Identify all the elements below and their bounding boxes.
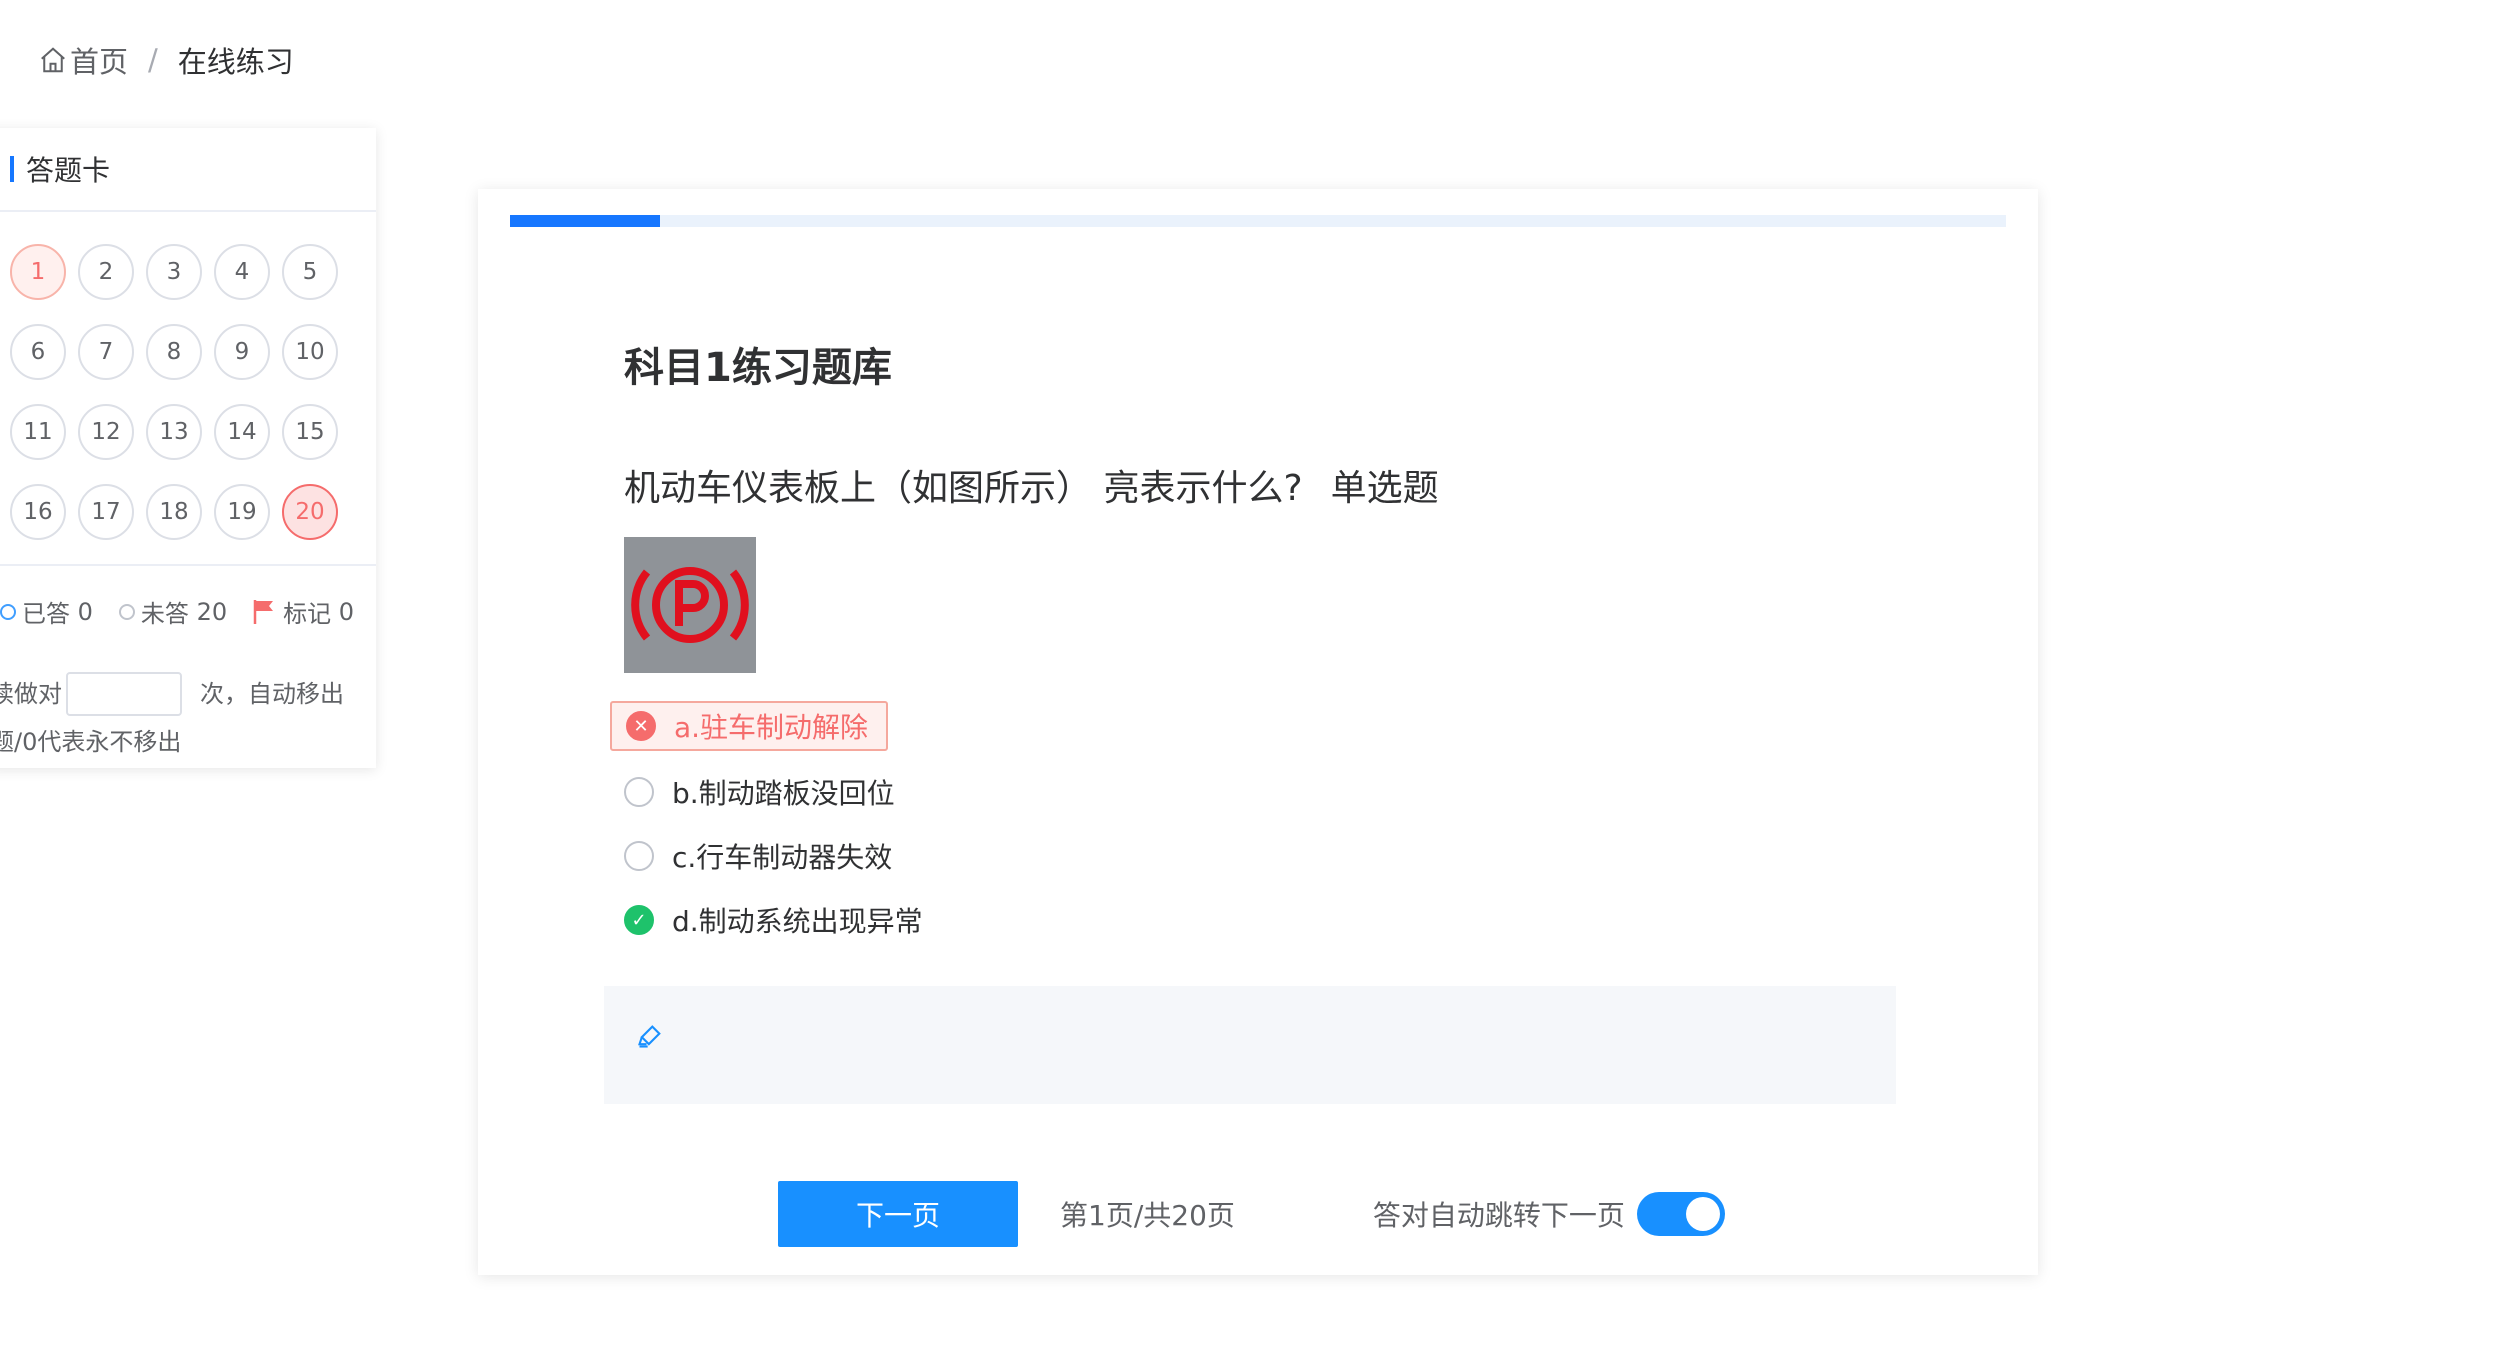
divider	[0, 564, 376, 566]
question-text: 机动车仪表板上（如图所示） 亮表示什么?	[624, 468, 1303, 509]
question-bank-title: 科目1练习题库	[624, 345, 892, 391]
breadcrumb-current: 在线练习	[177, 45, 294, 79]
question-number-14[interactable]: 14	[214, 404, 270, 460]
question-number-18[interactable]: 18	[146, 484, 202, 540]
auto-next-toggle[interactable]	[1636, 1192, 1725, 1236]
legend-unanswered: 未答 20	[118, 594, 228, 629]
progress-fill	[510, 215, 660, 227]
highlighter-icon	[638, 1025, 661, 1048]
answered-dot-icon	[0, 603, 16, 620]
question-number-8[interactable]: 8	[146, 324, 202, 380]
question-number-16[interactable]: 16	[10, 484, 66, 540]
question-footer: 下一页 第1页/共20页 答对自动跳转下一页	[778, 1181, 1878, 1247]
question-number-1[interactable]: 1	[10, 244, 66, 300]
flag-icon	[253, 599, 274, 624]
question-type: 单选题	[1330, 468, 1439, 509]
option-label: d.制动系统出现异常	[672, 905, 923, 938]
question-number-12[interactable]: 12	[78, 404, 134, 460]
home-icon	[41, 47, 65, 73]
option-label: c.行车制动器失效	[672, 841, 893, 874]
header-accent-bar	[10, 156, 14, 182]
answer-options: ✕ a.驻车制动解除 b.制动踏板没回位 c.行车制动器失效 ✓ d.制动系统出现异常	[610, 701, 941, 961]
option-label: b.制动踏板没回位	[672, 777, 895, 810]
answer-card-header: 答题卡	[0, 128, 376, 212]
wrong-x-icon: ✕	[626, 711, 656, 741]
question-number-15[interactable]: 15	[282, 404, 338, 460]
auto-remove-setting: 续做对 次，自动移出 题/0代表永不移出	[0, 670, 376, 766]
question-number-11[interactable]: 11	[10, 404, 66, 460]
question-number-4[interactable]: 4	[214, 244, 270, 300]
question-number-19[interactable]: 19	[214, 484, 270, 540]
legend-answered-count: 0	[77, 597, 93, 626]
question-number-7[interactable]: 7	[78, 324, 134, 380]
page-info: 第1页/共20页	[1060, 1199, 1235, 1232]
question-number-6[interactable]: 6	[10, 324, 66, 380]
radio-icon	[624, 777, 654, 807]
question-image	[624, 537, 756, 673]
answer-legend: 已答 0 未答 20 标记 0	[0, 594, 380, 629]
explanation-area	[604, 986, 1896, 1104]
question-number-grid: 1 2 3 4 5 6 7 8 9 10 11 12 13 14 15 16 17 18 19 20	[10, 244, 338, 540]
question-card: 科目1练习题库 机动车仪表板上（如图所示） 亮表示什么? 单选题 ✕ a.驻车制动…	[478, 189, 2038, 1275]
question-number-17[interactable]: 17	[78, 484, 134, 540]
auto-remove-prefix: 续做对	[0, 680, 62, 708]
auto-remove-count-input[interactable]	[66, 672, 182, 716]
question-number-10[interactable]: 10	[282, 324, 338, 380]
legend-marked-count: 0	[338, 597, 355, 626]
legend-marked-label: 标记	[283, 600, 332, 628]
answer-card-title: 答题卡	[26, 154, 111, 187]
breadcrumb-home-label: 首页	[70, 45, 129, 79]
option-label: a.驻车制动解除	[674, 711, 869, 744]
question-number-3[interactable]: 3	[146, 244, 202, 300]
correct-check-icon: ✓	[624, 905, 654, 935]
question-number-13[interactable]: 13	[146, 404, 202, 460]
question-stem: 机动车仪表板上（如图所示） 亮表示什么? 单选题	[624, 459, 1439, 511]
question-number-5[interactable]: 5	[282, 244, 338, 300]
auto-next-label: 答对自动跳转下一页	[1372, 1199, 1625, 1232]
parking-brake-warning-icon	[631, 567, 749, 643]
legend-unanswered-label: 未答	[140, 600, 189, 628]
question-number-20[interactable]: 20	[282, 484, 338, 540]
toggle-knob	[1685, 1197, 1720, 1231]
option-a[interactable]: ✕ a.驻车制动解除	[610, 701, 889, 751]
unanswered-dot-icon	[118, 603, 135, 620]
question-number-2[interactable]: 2	[78, 244, 134, 300]
breadcrumb: 首页 / 在线练习	[38, 40, 294, 80]
breadcrumb-separator: /	[148, 43, 158, 77]
breadcrumb-home[interactable]: 首页	[38, 39, 128, 81]
radio-icon	[624, 841, 654, 871]
progress-bar	[510, 215, 2006, 227]
option-c[interactable]: c.行车制动器失效	[610, 833, 910, 879]
question-number-9[interactable]: 9	[214, 324, 270, 380]
legend-marked: 标记 0	[253, 594, 354, 629]
option-b[interactable]: b.制动踏板没回位	[610, 769, 913, 815]
auto-remove-suffix: 次，自动移出	[200, 680, 344, 708]
legend-unanswered-count: 20	[196, 597, 228, 626]
legend-answered-label: 已答	[22, 600, 70, 628]
answer-card: 答题卡 1 2 3 4 5 6 7 8 9 10 11 12 13 14 15 16 17 18 19 20 已答 0…	[0, 128, 376, 768]
legend-answered: 已答 0	[0, 594, 93, 629]
option-d[interactable]: ✓ d.制动系统出现异常	[610, 897, 941, 943]
next-page-button[interactable]: 下一页	[778, 1181, 1018, 1247]
auto-remove-note: 题/0代表永不移出	[0, 728, 182, 756]
